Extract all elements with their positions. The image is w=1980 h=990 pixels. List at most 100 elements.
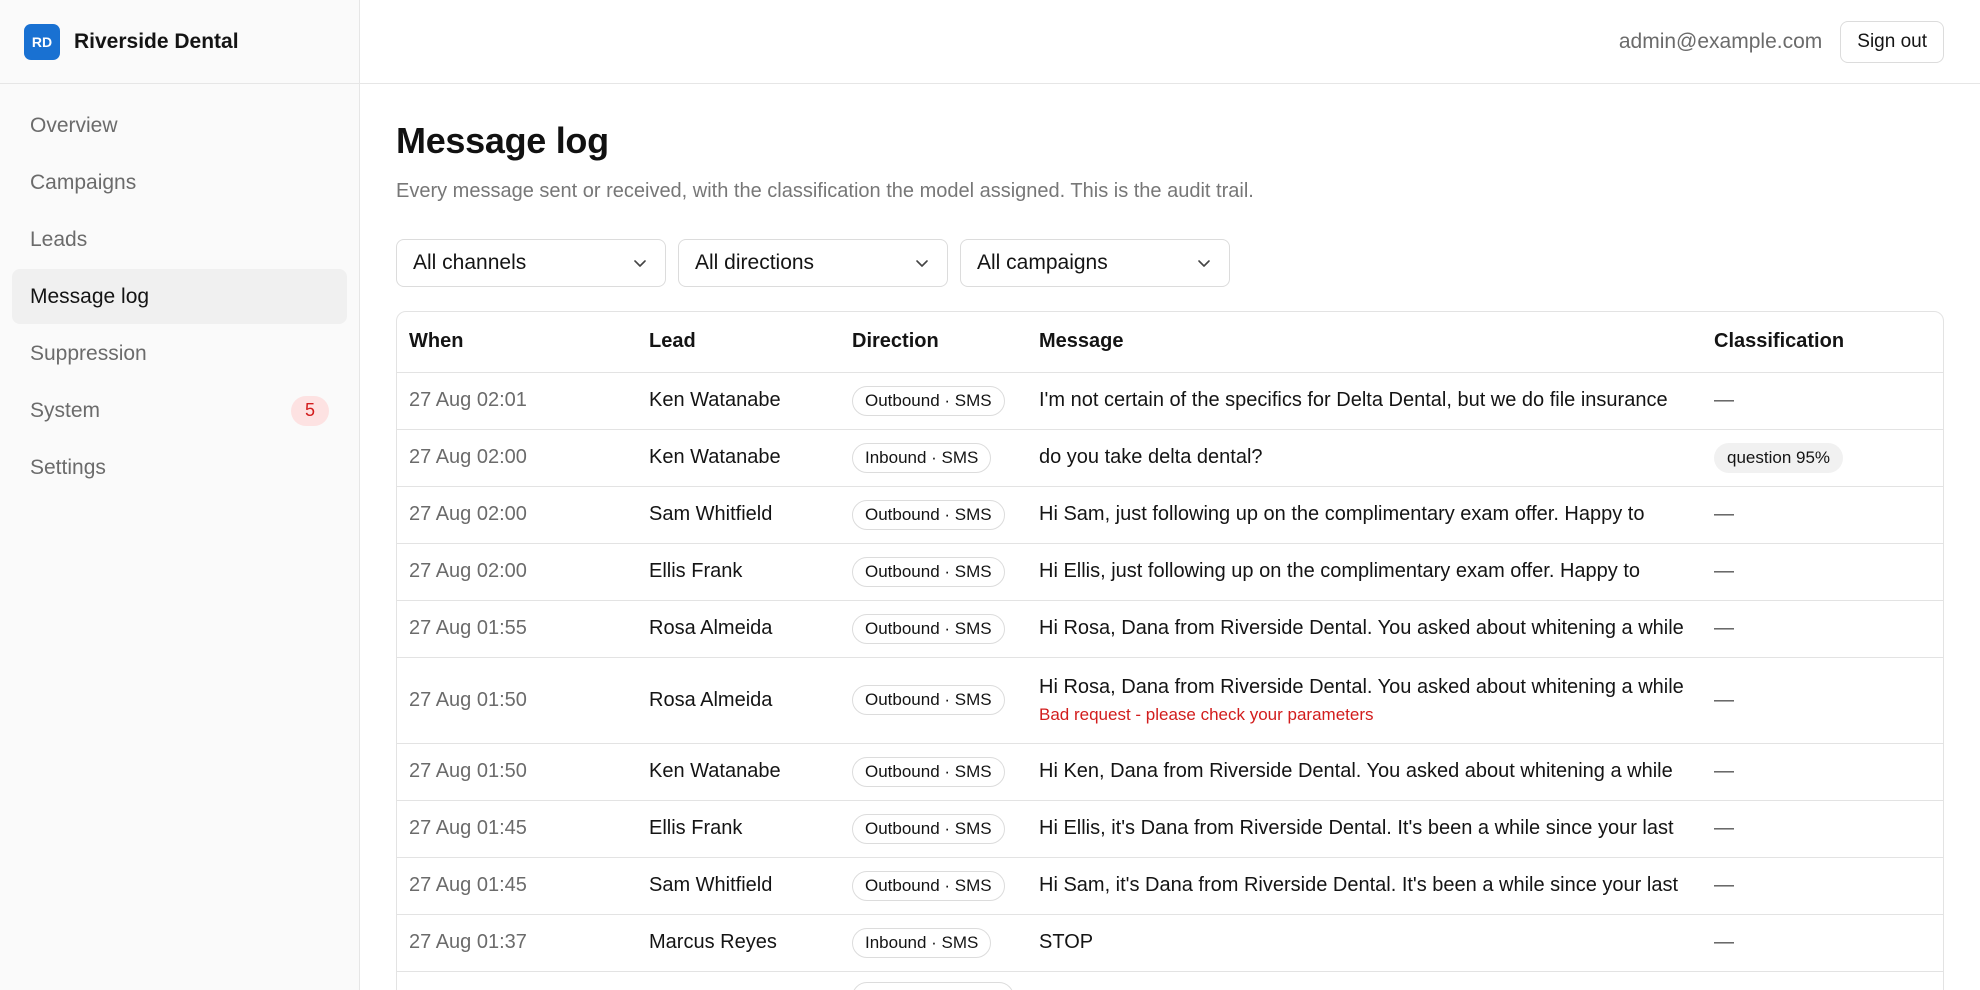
sidebar-item-system[interactable]: System 5 bbox=[12, 383, 347, 438]
row-direction: Outbound · SMS bbox=[840, 543, 1027, 601]
row-direction: Outbound · SMS bbox=[840, 372, 1027, 430]
direction-filter-select[interactable]: All directions bbox=[678, 239, 948, 287]
message-error-text: Bad request - please check your paramete… bbox=[1039, 704, 1374, 724]
row-direction: Outbound · SMS bbox=[840, 743, 1027, 801]
message-table-container: When Lead Direction Message Classificati… bbox=[396, 311, 1944, 990]
row-direction bbox=[840, 971, 1027, 990]
classification-empty: — bbox=[1714, 503, 1734, 525]
brand[interactable]: RD Riverside Dental bbox=[0, 0, 359, 84]
row-lead: Ellis Frank bbox=[637, 543, 840, 601]
table-row[interactable]: 27 Aug 01:50 Rosa Almeida Outbound · SMS… bbox=[397, 657, 1943, 744]
message-text: do you take delta dental? bbox=[1039, 446, 1263, 468]
row-direction: Inbound · SMS bbox=[840, 914, 1027, 972]
row-message bbox=[1027, 971, 1702, 990]
message-text: Hi Sam, it's Dana from Riverside Dental.… bbox=[1039, 874, 1679, 896]
row-direction: Inbound · SMS bbox=[840, 429, 1027, 487]
topbar: admin@example.com Sign out bbox=[360, 0, 1980, 84]
row-when: 27 Aug 01:55 bbox=[397, 600, 637, 658]
row-lead: Ellis Frank bbox=[637, 800, 840, 858]
chevron-down-icon bbox=[916, 260, 928, 267]
table-row[interactable]: 27 Aug 01:45 Sam Whitfield Outbound · SM… bbox=[397, 857, 1943, 915]
row-when: 27 Aug 02:00 bbox=[397, 486, 637, 544]
app-root: RD Riverside Dental Overview Campaigns L… bbox=[0, 0, 1980, 990]
direction-badge: Outbound · SMS bbox=[852, 870, 1005, 901]
brand-name: Riverside Dental bbox=[74, 29, 239, 53]
channel-filter-select[interactable]: All channels bbox=[396, 239, 666, 287]
direction-badge: Outbound · SMS bbox=[852, 756, 1005, 787]
row-message: Hi Rosa, Dana from Riverside Dental. You… bbox=[1027, 600, 1702, 658]
table-row[interactable]: 27 Aug 01:55 Rosa Almeida Outbound · SMS… bbox=[397, 600, 1943, 658]
row-lead bbox=[637, 971, 840, 990]
sidebar-item-overview[interactable]: Overview bbox=[12, 98, 347, 153]
table-row[interactable]: 27 Aug 01:45 Ellis Frank Outbound · SMS … bbox=[397, 800, 1943, 858]
sidebar-item-label: Overview bbox=[30, 113, 118, 137]
table-row[interactable]: 27 Aug 02:00 Sam Whitfield Outbound · SM… bbox=[397, 486, 1943, 544]
row-direction: Outbound · SMS bbox=[840, 857, 1027, 915]
row-classification bbox=[1702, 971, 1943, 990]
table-row[interactable]: 27 Aug 01:37 Marcus Reyes Inbound · SMS … bbox=[397, 914, 1943, 972]
column-header-message: Message bbox=[1027, 312, 1702, 373]
row-direction: Outbound · SMS bbox=[840, 800, 1027, 858]
column-header-when: When bbox=[397, 312, 637, 373]
table-row[interactable]: 27 Aug 02:00 Ellis Frank Outbound · SMS … bbox=[397, 543, 1943, 601]
row-when: 27 Aug 01:45 bbox=[397, 857, 637, 915]
message-text: Hi Ken, Dana from Riverside Dental. You … bbox=[1039, 760, 1673, 782]
sidebar-nav: Overview Campaigns Leads Message log Sup… bbox=[0, 84, 359, 511]
sidebar-item-campaigns[interactable]: Campaigns bbox=[12, 155, 347, 210]
classification-pill: question 95% bbox=[1714, 442, 1844, 473]
sidebar-item-label: Leads bbox=[30, 227, 88, 251]
direction-badge: Inbound · SMS bbox=[852, 442, 992, 473]
row-classification: — bbox=[1702, 543, 1943, 601]
page-subtitle: Every message sent or received, with the… bbox=[396, 180, 1254, 202]
row-lead: Sam Whitfield bbox=[637, 857, 840, 915]
message-text: I'm not certain of the specifics for Del… bbox=[1039, 389, 1668, 411]
sign-out-button[interactable]: Sign out bbox=[1840, 20, 1944, 63]
classification-empty: — bbox=[1714, 617, 1734, 639]
row-message: Hi Rosa, Dana from Riverside Dental. You… bbox=[1027, 657, 1702, 744]
row-when: 27 Aug 02:00 bbox=[397, 429, 637, 487]
sidebar: RD Riverside Dental Overview Campaigns L… bbox=[0, 0, 360, 990]
direction-badge: Outbound · SMS bbox=[852, 499, 1005, 530]
row-direction: Outbound · SMS bbox=[840, 486, 1027, 544]
row-lead: Ken Watanabe bbox=[637, 743, 840, 801]
column-header-lead: Lead bbox=[637, 312, 840, 373]
row-message: STOP bbox=[1027, 914, 1702, 972]
classification-empty: — bbox=[1714, 389, 1734, 411]
row-lead: Sam Whitfield bbox=[637, 486, 840, 544]
classification-empty: — bbox=[1714, 874, 1734, 896]
row-message: do you take delta dental? bbox=[1027, 429, 1702, 487]
direction-badge: Outbound · SMS bbox=[852, 556, 1005, 587]
row-direction: Outbound · SMS bbox=[840, 600, 1027, 658]
table-row[interactable]: 27 Aug 02:00 Ken Watanabe Inbound · SMS … bbox=[397, 429, 1943, 487]
row-lead: Ken Watanabe bbox=[637, 429, 840, 487]
campaign-filter-select[interactable]: All campaigns bbox=[960, 239, 1230, 287]
row-message: Hi Sam, just following up on the complim… bbox=[1027, 486, 1702, 544]
row-when: 27 Aug 02:01 bbox=[397, 372, 637, 430]
classification-empty: — bbox=[1714, 931, 1734, 953]
row-classification: — bbox=[1702, 800, 1943, 858]
direction-badge: Outbound · SMS bbox=[852, 685, 1005, 715]
row-lead: Rosa Almeida bbox=[637, 657, 840, 744]
sidebar-item-leads[interactable]: Leads bbox=[12, 212, 347, 267]
page-title: Message log bbox=[396, 120, 609, 161]
table-row[interactable]: 27 Aug 02:01 Ken Watanabe Outbound · SMS… bbox=[397, 372, 1943, 430]
row-message: Hi Ken, Dana from Riverside Dental. You … bbox=[1027, 743, 1702, 801]
brand-logo: RD bbox=[24, 23, 60, 60]
direction-filter-value: All directions bbox=[695, 251, 815, 274]
row-when: 27 Aug 01:50 bbox=[397, 743, 637, 801]
channel-filter-value: All channels bbox=[413, 251, 527, 274]
sidebar-item-label: Campaigns bbox=[30, 170, 137, 194]
table-row[interactable] bbox=[397, 971, 1943, 990]
row-when: 27 Aug 02:00 bbox=[397, 543, 637, 601]
row-classification: — bbox=[1702, 657, 1943, 744]
sidebar-item-suppression[interactable]: Suppression bbox=[12, 326, 347, 381]
sidebar-item-message-log[interactable]: Message log bbox=[12, 269, 347, 324]
sidebar-item-settings[interactable]: Settings bbox=[12, 440, 347, 495]
filter-bar: All channels All directions All campaign… bbox=[396, 239, 1944, 287]
row-when: 27 Aug 01:50 bbox=[397, 657, 637, 744]
row-message: Hi Ellis, it's Dana from Riverside Denta… bbox=[1027, 800, 1702, 858]
chevron-down-icon bbox=[1198, 260, 1210, 267]
row-lead: Marcus Reyes bbox=[637, 914, 840, 972]
table-row[interactable]: 27 Aug 01:50 Ken Watanabe Outbound · SMS… bbox=[397, 743, 1943, 801]
message-table: When Lead Direction Message Classificati… bbox=[397, 312, 1943, 990]
